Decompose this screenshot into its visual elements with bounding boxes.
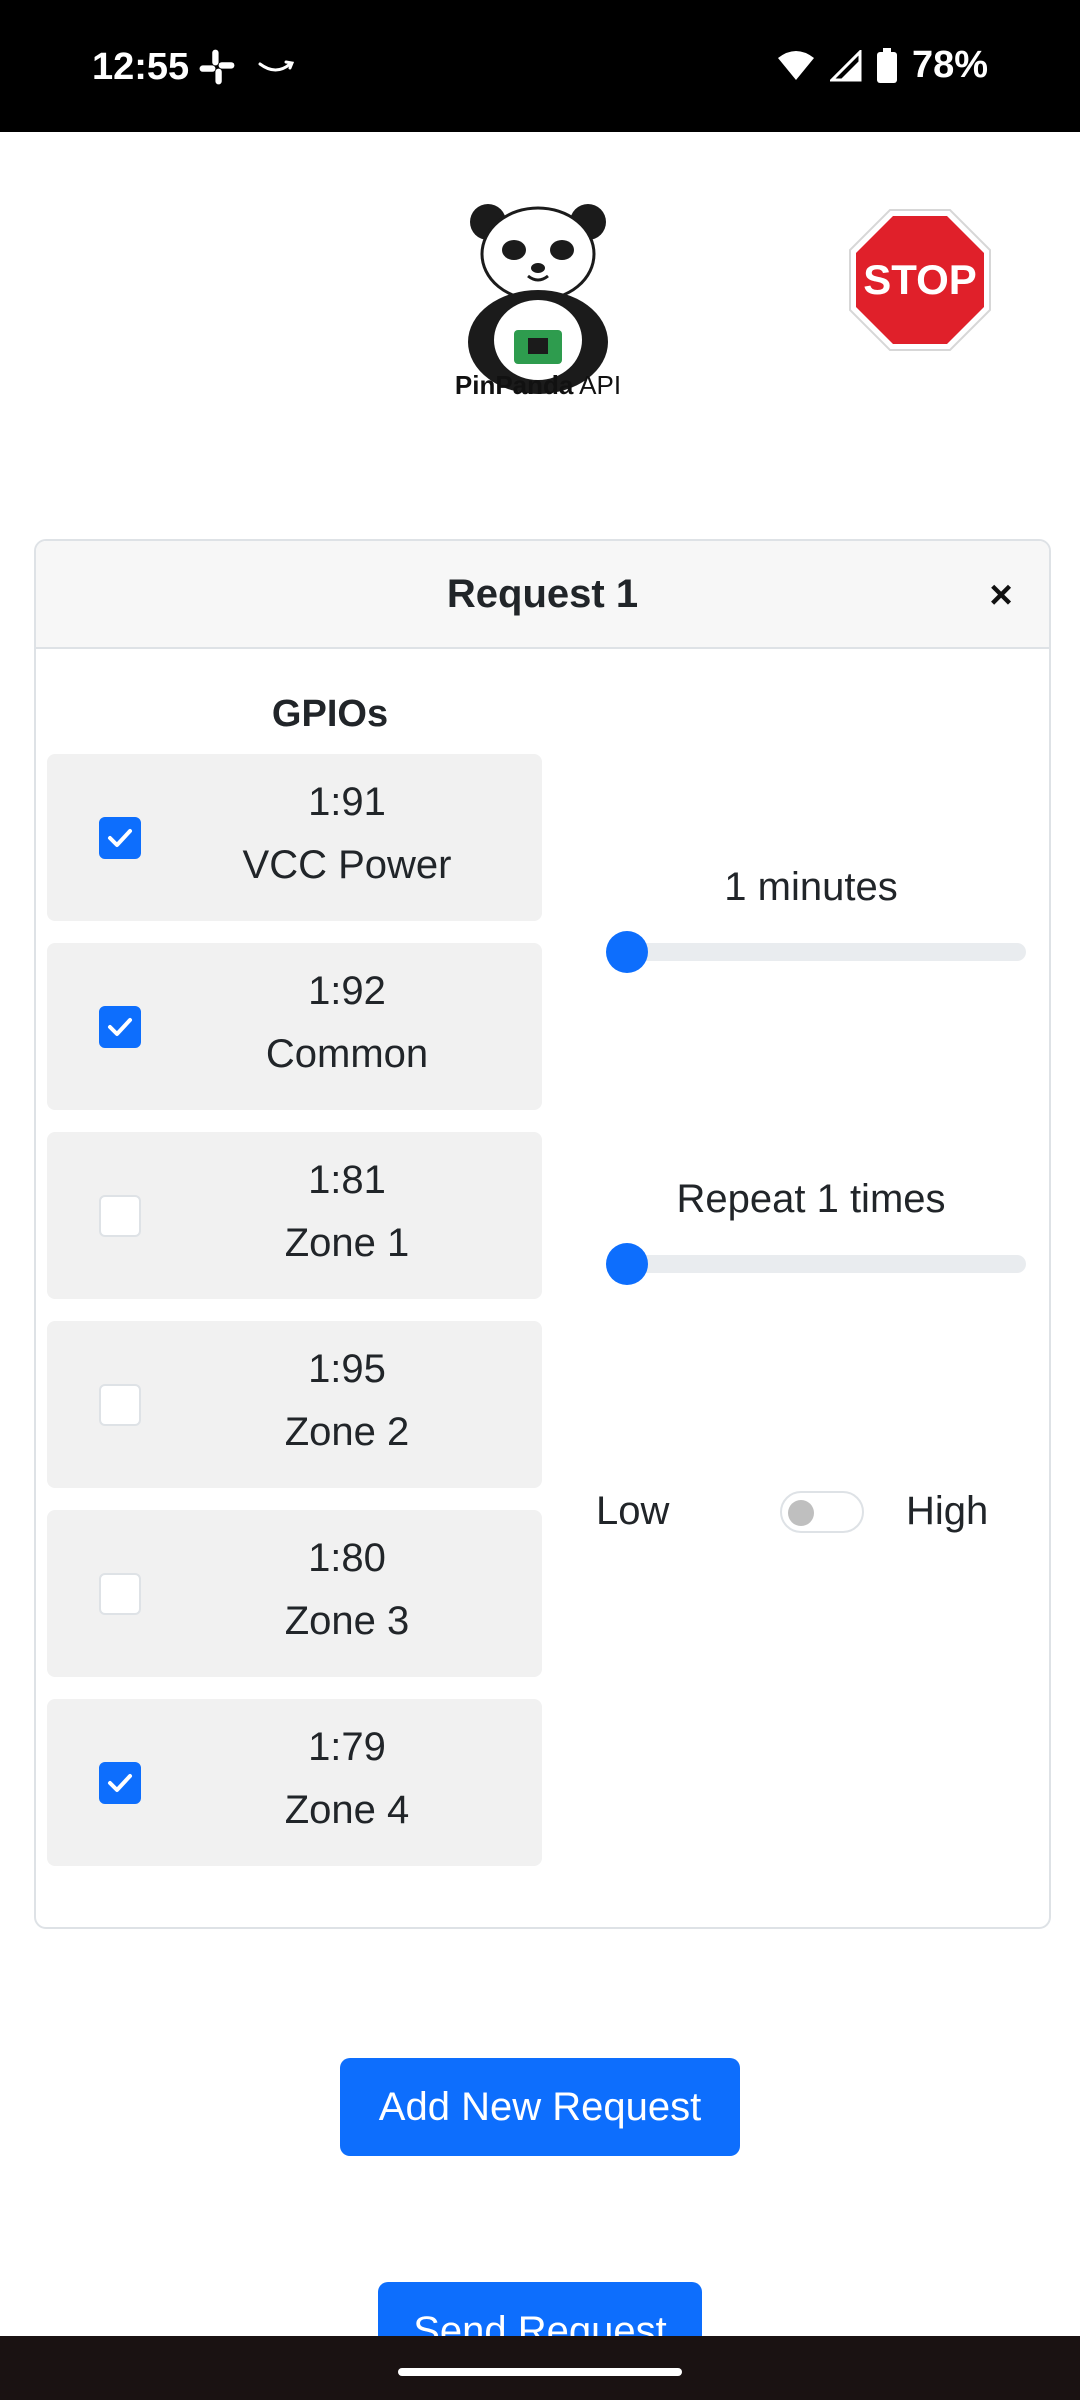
gpio-name: Common xyxy=(265,1032,429,1076)
gpio-pin: 1:79 xyxy=(308,1725,386,1769)
repeat-slider[interactable] xyxy=(606,1243,1026,1285)
gpio-checkbox[interactable] xyxy=(99,1573,141,1615)
duration-slider[interactable] xyxy=(606,931,1026,973)
gpio-name: Zone 2 xyxy=(284,1410,410,1454)
gpio-pin: 1:80 xyxy=(308,1536,386,1580)
app-header: PinPanda API STOP xyxy=(0,132,1080,432)
request-settings: 1 minutes Repeat 1 times Low High xyxy=(576,541,1046,1927)
level-toggle[interactable] xyxy=(780,1491,864,1533)
toggle-knob xyxy=(788,1500,814,1526)
repeat-slider-thumb[interactable] xyxy=(606,1243,648,1285)
gpio-checkbox[interactable] xyxy=(99,1195,141,1237)
gpio-checkbox[interactable] xyxy=(99,1384,141,1426)
gpio-pin: 1:95 xyxy=(308,1347,386,1391)
repeat-label: Repeat 1 times xyxy=(676,1177,946,1221)
duration-label: 1 minutes xyxy=(724,865,898,909)
status-right: 78% xyxy=(776,44,988,87)
gpio-item-zone-3[interactable]: 1:80 Zone 3 xyxy=(47,1510,542,1677)
stop-button[interactable]: STOP xyxy=(848,208,992,352)
check-icon xyxy=(108,829,132,847)
gpio-pin: 1:91 xyxy=(308,780,386,824)
duration-slider-thumb[interactable] xyxy=(606,931,648,973)
slack-icon xyxy=(199,49,235,85)
logo-text: PinPanda API xyxy=(454,370,622,400)
home-handle[interactable] xyxy=(398,2368,682,2376)
amazon-icon xyxy=(258,60,295,72)
add-new-request-button[interactable]: Add New Request xyxy=(340,2058,740,2156)
status-bar: 12:55 78% xyxy=(0,0,1080,132)
gpio-pin: 1:81 xyxy=(308,1158,386,1202)
wifi-icon xyxy=(777,50,814,80)
battery-icon xyxy=(876,47,897,83)
switch-high-label: High xyxy=(906,1489,989,1533)
gpio-name: Zone 1 xyxy=(284,1221,410,1265)
gpio-item-zone-1[interactable]: 1:81 Zone 1 xyxy=(47,1132,542,1299)
signal-icon xyxy=(829,49,862,81)
gpio-heading: GPIOs xyxy=(271,693,389,735)
gpio-name: Zone 3 xyxy=(284,1599,410,1643)
gpio-checkbox[interactable] xyxy=(99,817,141,859)
switch-low-label: Low xyxy=(596,1489,670,1533)
gpio-item-zone-4[interactable]: 1:79 Zone 4 xyxy=(47,1699,542,1866)
gpio-item-common[interactable]: 1:92 Common xyxy=(47,943,542,1110)
gpio-item-zone-2[interactable]: 1:95 Zone 2 xyxy=(47,1321,542,1488)
status-time: 12:55 xyxy=(92,46,190,88)
gpio-checkbox[interactable] xyxy=(99,1762,141,1804)
gpio-checkbox[interactable] xyxy=(99,1006,141,1048)
gpio-item-vcc-power[interactable]: 1:91 VCC Power xyxy=(47,754,542,921)
stop-label: STOP xyxy=(863,256,977,303)
request-card: Request 1 × GPIOs 1:91 VCC Power 1:92 Co… xyxy=(34,539,1051,1929)
gpio-name: VCC Power xyxy=(242,843,452,887)
check-icon xyxy=(108,1018,132,1036)
check-icon xyxy=(108,1774,132,1792)
navigation-bar xyxy=(0,2336,1080,2400)
battery-percent: 78% xyxy=(911,44,988,86)
gpio-pin: 1:92 xyxy=(308,969,386,1013)
gpio-name: Zone 4 xyxy=(284,1788,410,1832)
